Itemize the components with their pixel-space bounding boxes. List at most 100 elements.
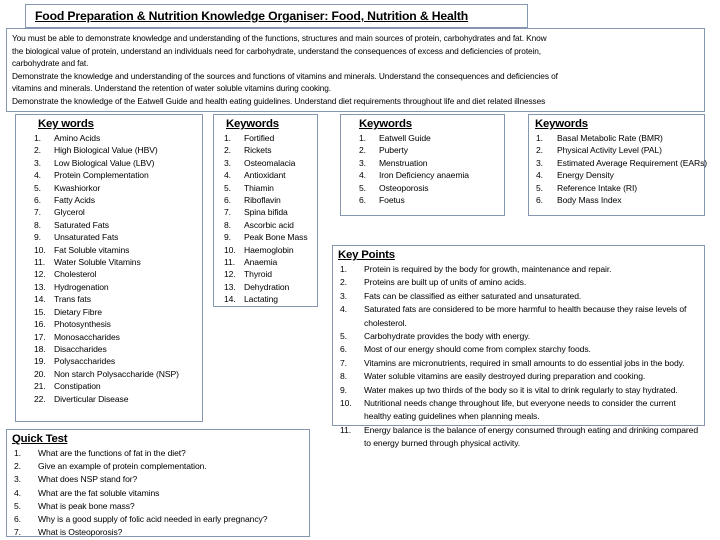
list-text: Low Biological Value (LBV) (54, 157, 155, 168)
list-item: 10. Haemoglobin (214, 244, 317, 256)
list-text: Trans fats (54, 294, 91, 305)
list-item: 1. Basal Metabolic Rate (BMR) (529, 132, 704, 144)
list-number: 10. (224, 244, 236, 255)
list-text: Polysaccharides (54, 356, 116, 367)
list-item: 5. Reference Intake (RI) (529, 182, 704, 194)
list-number: 5. (224, 182, 231, 193)
list-text: Osteoporosis (379, 182, 429, 193)
list-item: 3. What does NSP stand for? (7, 473, 309, 486)
list-item: 9. Unsaturated Fats (16, 231, 202, 243)
list-number: 7. (14, 527, 21, 538)
list-text: Reference Intake (RI) (557, 182, 638, 193)
keywords-4-list: 1. Basal Metabolic Rate (BMR) 2. Physical … (529, 132, 707, 206)
list-item: 4. Antioxidant (214, 169, 317, 181)
list-item: 15. Dietary Fibre (16, 306, 202, 318)
list-number: 14. (34, 294, 46, 305)
list-text: Physical Activity Level (PAL) (557, 145, 662, 156)
list-item: 2. Puberty (341, 144, 504, 156)
list-item: 6. Body Mass Index (529, 194, 704, 206)
list-text: Peak Bone Mass (244, 232, 308, 243)
list-item: 12. Thyroid (214, 268, 317, 280)
list-text: Diverticular Disease (54, 393, 129, 404)
list-text: Saturated fats are considered to be more… (364, 304, 687, 328)
list-text: Water makes up two thirds of the body so… (364, 384, 678, 395)
list-item: 3. Low Biological Value (LBV) (16, 157, 202, 169)
list-number: 4. (34, 170, 41, 181)
list-text: Energy Density (557, 170, 614, 181)
intro-line: You must be able to demonstrate knowledg… (12, 33, 547, 43)
list-item: 7. Glycerol (16, 206, 202, 218)
list-item: 2. Give an example of protein complementa… (7, 460, 309, 473)
list-text: What is Osteoporosis? (38, 527, 123, 538)
list-number: 20. (34, 368, 46, 379)
list-number: 11. (34, 257, 46, 268)
list-item: 3. Menstruation (341, 157, 504, 169)
list-number: 15. (34, 306, 46, 317)
list-number: 12. (224, 269, 236, 280)
list-text: Haemoglobin (244, 244, 294, 255)
keywords-1-list: 1. Amino Acids 2. High Biological Value (H… (16, 132, 202, 405)
list-number: 7. (224, 207, 231, 218)
list-item: 4. Energy Density (529, 169, 704, 181)
list-number: 6. (340, 344, 347, 355)
list-text: Dehydration (244, 281, 290, 292)
list-text: Carbohydrate provides the body with ener… (364, 331, 531, 342)
list-item: 6. Foetus (341, 194, 504, 206)
list-text: Nutritional needs change throughout life… (364, 398, 676, 422)
list-number: 2. (34, 145, 41, 156)
list-number: 6. (224, 195, 231, 206)
list-text: Water soluble vitamins are easily destro… (364, 371, 646, 382)
list-text: Water Soluble Vitamins (54, 257, 141, 268)
list-text: Fat Soluble vitamins (54, 244, 130, 255)
list-item: 6. Why is a good supply of folic acid nee… (7, 513, 309, 526)
list-text: High Biological Value (HBV) (54, 145, 158, 156)
list-number: 2. (340, 277, 347, 288)
list-text: Cholesterol (54, 269, 97, 280)
list-text: Kwashiorkor (54, 182, 101, 193)
list-item: 2. High Biological Value (HBV) (16, 144, 202, 156)
list-text: Foetus (379, 195, 405, 206)
list-item: 2. Rickets (214, 144, 317, 156)
list-text: Monosaccharides (54, 331, 120, 342)
list-item: 7. Vitamins are micronutrients, required … (333, 357, 704, 370)
list-number: 11. (224, 257, 236, 268)
list-item: 14. Trans fats (16, 293, 202, 305)
quick-test-list: 1. What are the functions of fat in the d… (7, 447, 309, 539)
list-number: 5. (359, 182, 366, 193)
list-item: 7. Spina bifida (214, 206, 317, 218)
list-number: 1. (536, 133, 543, 143)
list-item: 1. What are the functions of fat in the d… (7, 447, 309, 460)
key-points-box: Key Points 1. Protein is required by the … (332, 245, 705, 448)
list-text: Lactating (244, 294, 278, 305)
list-item: 19. Polysaccharides (16, 355, 202, 367)
list-number: 12. (34, 269, 46, 280)
keywords-box-3: Keywords 1. Eatwell Guide 2. Puberty 3. Men… (340, 114, 505, 216)
list-item: 9. Water makes up two thirds of the body … (333, 384, 704, 397)
list-number: 13. (34, 281, 46, 292)
list-text: Photosynthesis (54, 319, 111, 330)
list-number: 10. (34, 244, 46, 255)
list-number: 10. (340, 398, 352, 409)
list-number: 4. (340, 304, 347, 315)
list-text: Non starch Polysaccharide (NSP) (54, 368, 179, 379)
list-item: 14. Lactating (214, 293, 317, 305)
list-number: 6. (14, 514, 21, 525)
intro-line: Demonstrate the knowledge and understand… (12, 70, 558, 81)
list-text: Give an example of protein complementati… (38, 461, 207, 472)
list-text: What does NSP stand for? (38, 474, 138, 485)
list-number: 7. (340, 357, 347, 368)
list-text: Amino Acids (54, 133, 101, 143)
list-text: Menstruation (379, 157, 428, 168)
list-text: Anaemia (244, 257, 278, 268)
list-number: 1. (224, 133, 231, 143)
list-item: 8. Water soluble vitamins are easily dest… (333, 370, 704, 383)
keywords-box-1: Key words 1. Amino Acids 2. High Biologica… (15, 114, 203, 422)
list-item: 11. Anaemia (214, 256, 317, 268)
list-text: Basal Metabolic Rate (BMR) (557, 133, 663, 143)
list-number: 2. (359, 145, 366, 156)
list-number: 4. (359, 170, 366, 181)
intro-description-box: You must be able to demonstrate knowledg… (6, 28, 705, 112)
list-text: Vitamins are micronutrients, required in… (364, 357, 685, 368)
list-text: Hydrogenation (54, 281, 109, 292)
keywords-4-heading: Keywords (535, 118, 588, 130)
